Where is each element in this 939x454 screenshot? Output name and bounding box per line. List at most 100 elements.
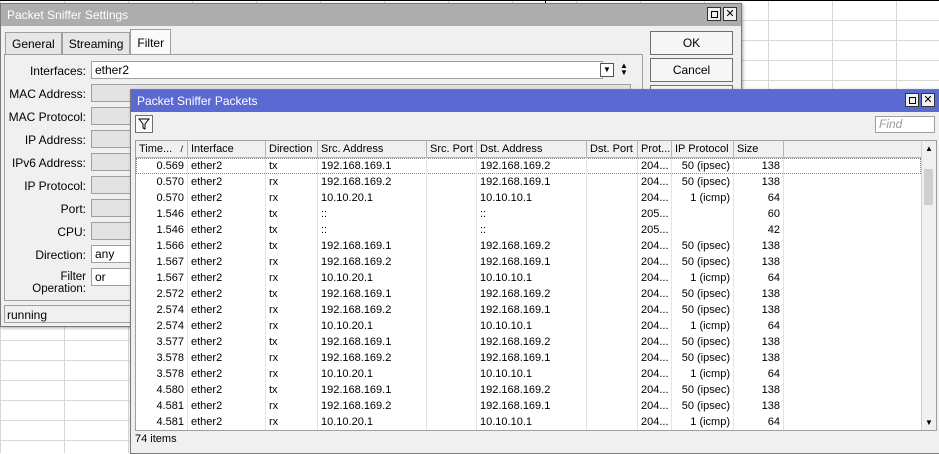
cell-direction: rx — [266, 270, 318, 286]
interfaces-updown-icon[interactable]: ▲ ▼ — [618, 62, 630, 78]
table-row[interactable]: 4.581 ether2 rx 192.168.169.2 192.168.169.1 2… — [136, 398, 921, 414]
packets-close-icon[interactable]: ✕ — [921, 93, 935, 107]
cell-src-port — [427, 398, 477, 414]
table-row[interactable]: 0.570 ether2 rx 192.168.169.2 192.168.169.1 2… — [136, 174, 921, 190]
col-protocol[interactable]: Prot... — [638, 141, 672, 157]
cell-src-address: :: — [318, 206, 427, 222]
col-interface[interactable]: Interface — [188, 141, 266, 157]
cell-protocol: 204... — [638, 334, 672, 350]
cell-ip-protocol: 50 (ipsec) — [672, 334, 734, 350]
cell-src-address: 192.168.169.1 — [318, 238, 427, 254]
col-dst-address[interactable]: Dst. Address — [477, 141, 587, 157]
tab-filter[interactable]: Filter — [130, 29, 172, 55]
tab-streaming[interactable]: Streaming — [61, 32, 131, 55]
table-row[interactable]: 1.566 ether2 tx 192.168.169.1 192.168.169.2 2… — [136, 238, 921, 254]
cell-dst-address: 192.168.169.1 — [477, 254, 587, 270]
scroll-thumb[interactable] — [924, 169, 933, 205]
settings-close-icon[interactable]: ✕ — [723, 7, 737, 21]
table-row[interactable]: 3.578 ether2 rx 10.10.20.1 10.10.10.1 204... 1… — [136, 366, 921, 382]
find-input[interactable]: Find — [875, 116, 935, 133]
cancel-button[interactable]: Cancel — [650, 58, 733, 82]
table-row[interactable]: 1.546 ether2 tx:::: 205... 60 — [136, 206, 921, 222]
table-row[interactable]: 0.569 ether2 tx 192.168.169.1 192.168.169.2 2… — [136, 158, 921, 174]
cell-size: 64 — [734, 414, 784, 430]
col-src-port[interactable]: Src. Port — [427, 141, 477, 157]
table-row[interactable]: 3.577 ether2 tx 192.168.169.1 192.168.169.2 2… — [136, 334, 921, 350]
cell-ip-protocol: 50 (ipsec) — [672, 382, 734, 398]
tab-general[interactable]: General — [5, 32, 62, 55]
col-time[interactable]: Time... / — [136, 141, 188, 157]
packets-maximize-icon[interactable] — [905, 93, 919, 107]
cell-size: 138 — [734, 238, 784, 254]
cell-dst-port — [587, 334, 638, 350]
interfaces-dropdown-icon[interactable]: ▼ — [600, 63, 614, 77]
cell-interface: ether2 — [188, 286, 266, 302]
cell-protocol: 204... — [638, 318, 672, 334]
col-direction[interactable]: Direction — [266, 141, 318, 157]
cell-protocol: 204... — [638, 254, 672, 270]
cell-src-address: 192.168.169.2 — [318, 398, 427, 414]
table-row[interactable]: 1.546 ether2 tx:::: 205... 42 — [136, 222, 921, 238]
cell-direction: tx — [266, 286, 318, 302]
cell-dst-port — [587, 190, 638, 206]
cell-direction: tx — [266, 382, 318, 398]
interfaces-field[interactable]: ether2 — [91, 61, 603, 79]
desktop-edge-line — [0, 0, 939, 1]
table-row[interactable]: 4.581 ether2 rx 10.10.20.1 10.10.10.1 204... 1… — [136, 414, 921, 430]
ok-button[interactable]: OK — [650, 31, 733, 55]
settings-window-title: Packet Sniffer Settings — [7, 8, 129, 22]
cell-dst-address: 10.10.10.1 — [477, 414, 587, 430]
cell-size: 138 — [734, 382, 784, 398]
cell-src-port — [427, 206, 477, 222]
cell-protocol: 204... — [638, 174, 672, 190]
table-row[interactable]: 2.572 ether2 tx 192.168.169.1 192.168.169.2 2… — [136, 286, 921, 302]
cell-size: 42 — [734, 222, 784, 238]
cell-interface: ether2 — [188, 366, 266, 382]
cell-dst-address: 192.168.169.2 — [477, 334, 587, 350]
cell-dst-port — [587, 206, 638, 222]
cell-src-port — [427, 238, 477, 254]
filter-button[interactable] — [135, 115, 153, 133]
cell-size: 138 — [734, 286, 784, 302]
cell-time: 1.546 — [136, 222, 188, 238]
cell-dst-address: 192.168.169.2 — [477, 158, 587, 174]
cell-size: 138 — [734, 398, 784, 414]
cell-dst-port — [587, 222, 638, 238]
col-src-address[interactable]: Src. Address — [318, 141, 427, 157]
scroll-up-icon[interactable]: ▲ — [925, 144, 933, 153]
cell-dst-address: 10.10.10.1 — [477, 366, 587, 382]
table-row[interactable]: 0.570 ether2 rx 10.10.20.1 10.10.10.1 204... 1… — [136, 190, 921, 206]
settings-maximize-icon[interactable] — [707, 7, 721, 21]
cell-ip-protocol: 50 (ipsec) — [672, 286, 734, 302]
scroll-down-icon[interactable]: ▼ — [925, 418, 933, 427]
cell-src-address: 10.10.20.1 — [318, 318, 427, 334]
cell-dst-address: 192.168.169.2 — [477, 286, 587, 302]
cell-src-port — [427, 270, 477, 286]
table-row[interactable]: 4.580 ether2 tx 192.168.169.1 192.168.169.2 2… — [136, 382, 921, 398]
cell-direction: rx — [266, 398, 318, 414]
settings-titlebar[interactable]: Packet Sniffer Settings ✕ — [1, 4, 741, 26]
cell-interface: ether2 — [188, 270, 266, 286]
col-ip-protocol[interactable]: IP Protocol — [672, 141, 734, 157]
table-row[interactable]: 2.574 ether2 rx 192.168.169.2 192.168.169.1 2… — [136, 302, 921, 318]
cell-direction: rx — [266, 302, 318, 318]
cell-time: 4.581 — [136, 414, 188, 430]
cell-time: 1.567 — [136, 254, 188, 270]
packets-titlebar[interactable]: Packet Sniffer Packets ✕ — [131, 90, 939, 112]
vertical-scrollbar[interactable]: ▲ ▼ — [921, 141, 936, 430]
cell-size: 138 — [734, 302, 784, 318]
cell-direction: tx — [266, 206, 318, 222]
mac-protocol-label: MAC Protocol: — [8, 110, 86, 124]
table-row[interactable]: 2.574 ether2 rx 10.10.20.1 10.10.10.1 204... 1… — [136, 318, 921, 334]
table-row[interactable]: 1.567 ether2 rx 192.168.169.2 192.168.169.1 2… — [136, 254, 921, 270]
table-row[interactable]: 1.567 ether2 rx 10.10.20.1 10.10.10.1 204... 1… — [136, 270, 921, 286]
interfaces-row: Interfaces: ether2 ▼ ▲ ▼ — [5, 61, 642, 81]
cell-size: 138 — [734, 350, 784, 366]
col-size[interactable]: Size — [734, 141, 784, 157]
cell-size: 138 — [734, 174, 784, 190]
cell-src-address: 10.10.20.1 — [318, 414, 427, 430]
funnel-icon — [138, 118, 150, 130]
col-dst-port[interactable]: Dst. Port — [587, 141, 638, 157]
cell-protocol: 204... — [638, 414, 672, 430]
table-row[interactable]: 3.578 ether2 rx 192.168.169.2 192.168.169.1 2… — [136, 350, 921, 366]
